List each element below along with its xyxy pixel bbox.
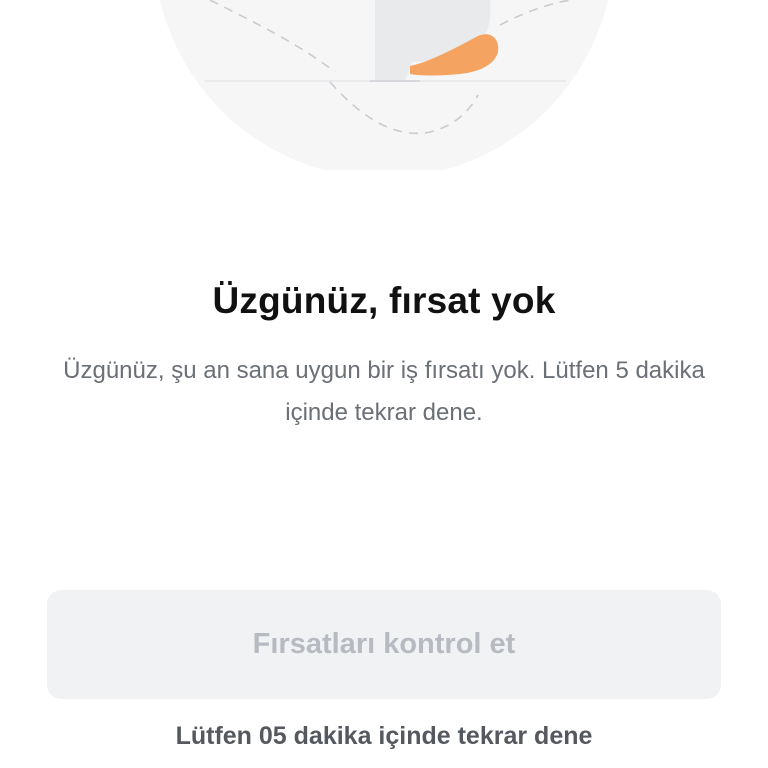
no-opportunity-screen: Üzgünüz, fırsat yok Üzgünüz, şu an sana … [0, 0, 768, 768]
no-opportunity-illustration [160, 0, 608, 170]
check-opportunities-button[interactable]: Fırsatları kontrol et [47, 590, 721, 699]
page-title: Üzgünüz, fırsat yok [212, 280, 556, 321]
empty-state-message: Üzgünüz, şu an sana uygun bir iş fırsatı… [63, 357, 705, 426]
retry-countdown-text: Lütfen 05 dakika içinde tekrar dene [175, 722, 593, 750]
